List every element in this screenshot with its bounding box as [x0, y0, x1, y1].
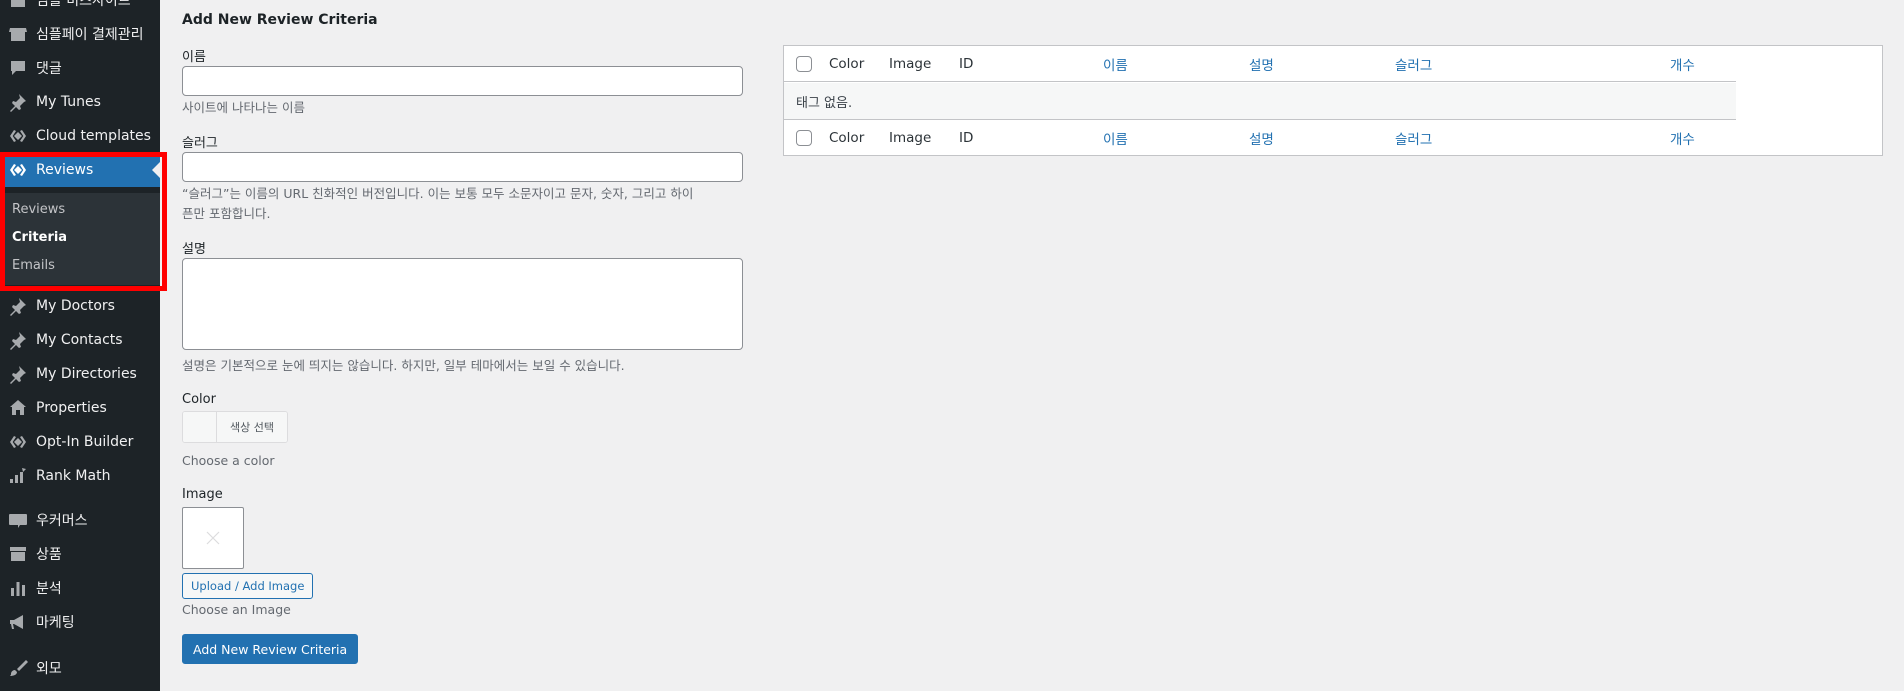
sidebar-item-opt-in-builder[interactable]: Opt-In Builder	[0, 425, 160, 459]
submenu-item-reviews[interactable]: Reviews	[12, 202, 65, 217]
sidebar-item-심플페이-결제관리[interactable]: 심플페이 결제관리	[0, 17, 160, 51]
sidebar-item-label: 심플 비즈사이트	[36, 0, 131, 9]
column-footer-image: Image	[889, 130, 932, 146]
form-heading: Add New Review Criteria	[182, 12, 378, 28]
column-header-color: Color	[829, 56, 865, 72]
name-input[interactable]	[182, 66, 743, 96]
color-picker-label: 색상 선택	[217, 412, 287, 442]
sidebar-item-reviews[interactable]: Reviews	[0, 153, 160, 187]
column-header-id: ID	[959, 56, 974, 72]
sidebar-item-label: 상품	[36, 547, 62, 563]
sidebar-item-마케팅[interactable]: 마케팅	[0, 605, 160, 639]
column-footer-description[interactable]: 설명	[1249, 120, 1274, 156]
sidebar-item-label: 마케팅	[36, 615, 75, 631]
add-criteria-submit-button[interactable]: Add New Review Criteria	[182, 634, 359, 664]
select-all-checkbox[interactable]	[796, 56, 812, 72]
column-footer-slug[interactable]: 슬러그	[1395, 120, 1432, 156]
slug-input[interactable]	[182, 152, 743, 182]
sidebar-item-상품[interactable]: 상품	[0, 537, 160, 571]
sidebar-item-label: 댓글	[36, 61, 62, 77]
woo-icon	[0, 510, 36, 530]
color-picker-button[interactable]: 색상 선택	[182, 411, 288, 443]
image-preview	[182, 507, 244, 569]
sidebar-item-label: My Directories	[36, 366, 137, 382]
color-description: Choose a color	[182, 453, 275, 468]
select-all-checkbox-footer[interactable]	[796, 130, 812, 146]
name-label: 이름	[182, 50, 206, 65]
sidebar-item-label: Properties	[36, 400, 107, 416]
description-help: 설명은 기본적으로 눈에 띄지는 않습니다. 하지만, 일부 테마에서는 보일 …	[182, 358, 625, 373]
sidebar-item-분석[interactable]: 분석	[0, 571, 160, 605]
sidebar-item-label: Reviews	[36, 162, 94, 178]
sidebar-item-label: 분석	[36, 581, 62, 597]
elementor-icon	[0, 432, 36, 452]
comment-icon	[0, 58, 36, 78]
store-icon	[0, 0, 36, 10]
sidebar-item-my-tunes[interactable]: My Tunes	[0, 85, 160, 119]
submenu-item-criteria[interactable]: Criteria	[12, 230, 67, 245]
column-footer-id: ID	[959, 130, 974, 146]
sidebar-item-label: My Contacts	[36, 332, 123, 348]
pin-icon	[0, 364, 36, 384]
sidebar-item-우커머스[interactable]: 우커머스	[0, 503, 160, 537]
image-placeholder-icon	[206, 531, 220, 545]
color-label: Color	[182, 392, 216, 407]
brush-icon	[0, 658, 36, 678]
description-textarea[interactable]	[182, 258, 743, 350]
no-items-message: 태그 없음.	[796, 95, 853, 111]
slug-description-line-2: 픈만 포함합니다.	[182, 206, 271, 221]
pin-icon	[0, 296, 36, 316]
sidebar-item-label: Opt-In Builder	[36, 434, 134, 450]
sidebar-item-label: 심플페이 결제관리	[36, 27, 144, 43]
submenu-item-emails[interactable]: Emails	[12, 258, 55, 273]
sidebar-item-label: My Tunes	[36, 94, 101, 110]
column-footer-count[interactable]: 개수	[1670, 120, 1695, 156]
elementor-icon	[0, 160, 36, 180]
store-icon	[0, 24, 36, 44]
slug-description-line-1: “슬러그”는 이름의 URL 친화적인 버전입니다. 이는 보통 모두 소문자이…	[182, 186, 694, 201]
sidebar-item-cloud-templates[interactable]: Cloud templates	[0, 119, 160, 153]
column-footer-name[interactable]: 이름	[1103, 120, 1128, 156]
reviews-submenu: Reviews Criteria Emails	[0, 193, 160, 285]
sidebar-item-my-directories[interactable]: My Directories	[0, 357, 160, 391]
sidebar-item-외모[interactable]: 외모	[0, 651, 160, 685]
table-header-row: Color Image ID 이름 설명 슬러그 개수	[784, 46, 1736, 82]
archive-icon	[0, 544, 36, 564]
image-label: Image	[182, 487, 223, 502]
sidebar-item-심플-비즈사이트[interactable]: 심플 비즈사이트	[0, 0, 160, 17]
sidebar-item-rank-math[interactable]: Rank Math	[0, 459, 160, 493]
table-empty-row: 태그 없음.	[784, 83, 1736, 119]
column-header-description[interactable]: 설명	[1249, 46, 1274, 82]
chart-icon	[0, 578, 36, 598]
sidebar-item-label: 외모	[36, 661, 62, 677]
terms-table: Color Image ID 이름 설명 슬러그 개수 태그 없음. Color…	[783, 45, 1883, 156]
column-header-name[interactable]: 이름	[1103, 46, 1128, 82]
sidebar-item-properties[interactable]: Properties	[0, 391, 160, 425]
upload-image-button[interactable]: Upload / Add Image	[182, 573, 314, 599]
megaphone-icon	[0, 612, 36, 632]
column-header-image: Image	[889, 56, 932, 72]
column-header-count[interactable]: 개수	[1670, 46, 1695, 82]
table-footer-row: Color Image ID 이름 설명 슬러그 개수	[784, 119, 1736, 155]
sidebar-item-my-contacts[interactable]: My Contacts	[0, 323, 160, 357]
sidebar-item-댓글[interactable]: 댓글	[0, 51, 160, 85]
sidebar-item-label: Cloud templates	[36, 128, 151, 144]
column-header-slug[interactable]: 슬러그	[1395, 46, 1432, 82]
elementor-icon	[0, 126, 36, 146]
sidebar-item-my-doctors[interactable]: My Doctors	[0, 289, 160, 323]
rankmath-icon	[0, 466, 36, 486]
pin-icon	[0, 330, 36, 350]
sidebar-item-label: 우커머스	[36, 513, 88, 529]
column-footer-color: Color	[829, 130, 865, 146]
image-description: Choose an Image	[182, 602, 291, 617]
properties-icon	[0, 398, 36, 418]
description-label: 설명	[182, 242, 206, 257]
sidebar-item-label: My Doctors	[36, 298, 115, 314]
admin-sidebar: 심플 비즈사이트심플페이 결제관리댓글 My Tunes Cloud templat…	[0, 0, 160, 691]
sidebar-item-label: Rank Math	[36, 468, 111, 484]
name-description: 사이트에 나타나는 이름	[182, 100, 305, 115]
color-swatch	[183, 412, 217, 442]
slug-label: 슬러그	[182, 136, 218, 151]
pin-icon	[0, 92, 36, 112]
